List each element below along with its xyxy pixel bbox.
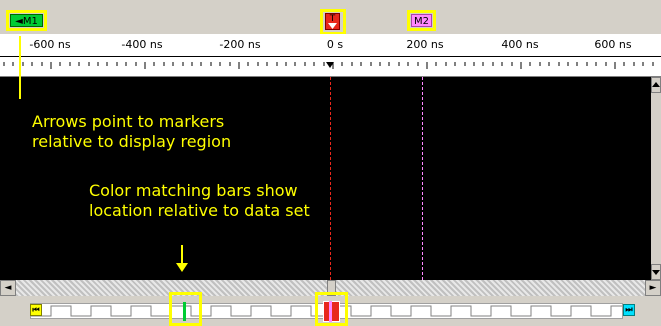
down-arrow-annotation-icon [176,245,188,272]
go-to-end-icon[interactable]: ⏭ [623,304,635,316]
dataset-overview[interactable]: ⏮ ⏭ [0,292,661,326]
ruler-label: -400 ns [121,38,163,51]
waveform-display[interactable]: Arrows point to markers relative to disp… [0,36,651,280]
marker-m1-label: M1 [22,16,38,27]
marker-m2[interactable]: M2 [411,14,432,27]
time-ruler: -600 ns -400 ns -200 ns 0 s 200 ns 400 n… [0,34,661,77]
annotation-arrows-line1: Arrows point to markers [32,112,225,131]
ruler-label: 600 ns [594,38,632,51]
annotation-bars-line1: Color matching bars show [89,181,298,200]
annotation-arrow-line [19,36,21,99]
ruler-ticks [3,62,654,69]
marker-trigger[interactable]: T [325,13,340,30]
go-to-start-icon[interactable]: ⏮ [30,304,42,316]
vertical-scrollbar[interactable] [651,77,661,280]
scroll-up-button[interactable] [651,77,661,93]
down-arrow-icon [652,270,660,275]
up-arrow-icon [652,82,660,87]
left-arrow-icon: ◄ [15,16,23,27]
down-arrow-icon [328,23,337,29]
marker-bar: ◄M1 T M2 [0,0,661,35]
ruler-label: 0 s [326,38,344,51]
marker-m1[interactable]: ◄M1 [10,14,43,27]
marker-m2-label: M2 [414,16,429,27]
m2-line [422,77,423,280]
annotation-bars-line2: location relative to data set [89,201,310,220]
m1-overview-bar [183,302,186,321]
ruler-label: -200 ns [219,38,261,51]
scroll-left-button[interactable]: ◄ [0,280,16,296]
ruler-label: 200 ns [406,38,444,51]
scroll-right-button[interactable]: ► [645,280,661,296]
right-arrow-icon: ► [649,283,657,293]
scroll-down-button[interactable] [651,264,661,280]
left-arrow-icon: ◄ [4,283,12,293]
m2-overview-bar [329,301,332,322]
ruler-label: 400 ns [501,38,539,51]
ruler-label: -600 ns [29,38,71,51]
trigger-line [330,77,331,280]
annotation-arrows-line2: relative to display region [32,132,232,151]
